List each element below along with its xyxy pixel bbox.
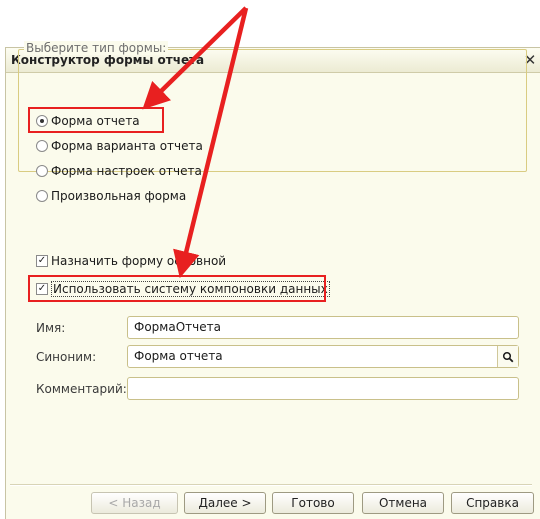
form-type-legend: Выберите тип формы: bbox=[24, 41, 169, 55]
highlight-box-report-form bbox=[28, 107, 164, 133]
cancel-button[interactable]: Отмена bbox=[362, 492, 444, 514]
radio-custom-form[interactable]: Произвольная форма bbox=[36, 187, 186, 205]
search-icon[interactable] bbox=[497, 346, 518, 367]
name-field[interactable]: ФормаОтчета bbox=[127, 316, 519, 339]
finish-button[interactable]: Готово bbox=[272, 492, 354, 514]
back-button[interactable]: < Назад bbox=[91, 492, 178, 514]
radio-icon[interactable] bbox=[36, 190, 48, 202]
radio-report-settings-form[interactable]: Форма настроек отчета bbox=[36, 162, 202, 180]
footer-divider bbox=[10, 484, 532, 486]
radio-report-variant-form[interactable]: Форма варианта отчета bbox=[36, 137, 203, 155]
highlight-box-data-composition bbox=[28, 275, 326, 302]
comment-label: Комментарий: bbox=[36, 382, 127, 396]
radio-label: Форма варианта отчета bbox=[51, 139, 203, 153]
radio-label: Форма настроек отчета bbox=[51, 164, 202, 178]
synonym-label: Синоним: bbox=[36, 350, 97, 364]
checkbox-label: Назначить форму основной bbox=[51, 254, 227, 268]
synonym-field[interactable]: Форма отчета bbox=[127, 345, 519, 368]
help-button[interactable]: Справка bbox=[451, 492, 534, 514]
radio-icon[interactable] bbox=[36, 165, 48, 177]
checkbox-set-main-form[interactable]: ✓ Назначить форму основной bbox=[36, 252, 226, 270]
radio-icon[interactable] bbox=[36, 140, 48, 152]
synonym-value: Форма отчета bbox=[134, 349, 223, 363]
checkbox-checked-icon[interactable]: ✓ bbox=[36, 255, 48, 267]
name-label: Имя: bbox=[36, 321, 66, 335]
radio-label: Произвольная форма bbox=[51, 189, 187, 203]
next-button[interactable]: Далее > bbox=[184, 492, 266, 514]
comment-field[interactable] bbox=[127, 377, 519, 400]
name-value: ФормаОтчета bbox=[134, 320, 221, 334]
